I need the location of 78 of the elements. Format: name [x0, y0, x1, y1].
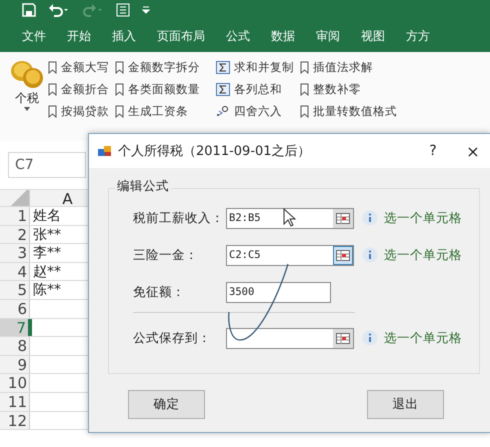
- bookmark-icon: [115, 61, 124, 74]
- row-header[interactable]: 3: [0, 244, 30, 262]
- save-icon[interactable]: [22, 3, 36, 17]
- ribbon-button[interactable]: 生成工资条: [115, 102, 200, 121]
- ribbon-button[interactable]: 金额折合: [48, 80, 109, 99]
- group-title: 编辑公式: [115, 178, 171, 195]
- info-icon: [362, 247, 378, 263]
- ribbon-tab[interactable]: 插入: [102, 28, 147, 44]
- app-icon: [98, 145, 112, 157]
- bookmark-icon: [48, 83, 57, 96]
- bookmark-icon: [300, 83, 309, 96]
- ribbon-button[interactable]: 各列总和: [216, 80, 294, 99]
- row-header[interactable]: 8: [0, 337, 30, 355]
- dialog-title: 个人所得税（2011-09-01之后）: [118, 143, 312, 160]
- ribbon-button[interactable]: 金额大写: [48, 58, 109, 77]
- bookmark-icon: [48, 61, 57, 74]
- bookmark-icon: [115, 83, 124, 96]
- bookmark-icon: [48, 105, 57, 118]
- ribbon-tab[interactable]: 审阅: [306, 28, 351, 44]
- sigma-icon: [216, 83, 230, 96]
- close-button[interactable]: ×: [456, 136, 490, 166]
- decimal-icon: [216, 105, 230, 118]
- row-header[interactable]: 10: [0, 374, 30, 392]
- field-label: 三险一金：: [133, 246, 199, 264]
- field-label: 公式保存到：: [133, 330, 212, 346]
- ribbon-tab[interactable]: 方方: [396, 28, 441, 44]
- row-header[interactable]: 1: [0, 207, 30, 225]
- ribbon-tab[interactable]: 视图: [351, 28, 396, 44]
- ribbon-button[interactable]: 整数补零: [300, 80, 397, 99]
- row-header[interactable]: 11: [0, 392, 30, 411]
- mouse-cursor-icon: [283, 208, 297, 228]
- row-header[interactable]: 4: [0, 262, 30, 280]
- hint-text: 选一个单元格: [384, 246, 462, 264]
- undo-icon[interactable]: [48, 3, 70, 17]
- info-icon: [362, 330, 378, 346]
- bookmark-icon: [300, 61, 309, 74]
- dialog-button[interactable]: 退出: [367, 390, 444, 419]
- coins-icon: [9, 58, 45, 90]
- row-header[interactable]: 5: [0, 281, 30, 299]
- ribbon-button[interactable]: 四舍六入: [216, 102, 294, 121]
- ribbon-tab[interactable]: 开始: [57, 28, 102, 44]
- ribbon-button[interactable]: 批量转数值格式: [300, 102, 397, 121]
- ribbon-button[interactable]: 按揭贷款: [48, 102, 109, 121]
- field-label: 税前工薪收入：: [133, 210, 225, 226]
- row-header[interactable]: 7: [0, 318, 30, 336]
- dropdown-icon: [24, 107, 30, 111]
- row-header[interactable]: 12: [0, 412, 30, 430]
- ribbon-button[interactable]: 各类面额数量: [115, 80, 200, 99]
- cell-picker-button[interactable]: [333, 328, 353, 348]
- ribbon-button[interactable]: 插值法求解: [300, 58, 397, 77]
- hint-text: 选一个单元格: [384, 210, 462, 226]
- form-icon[interactable]: [116, 3, 130, 17]
- info-icon: [362, 210, 378, 226]
- input-field[interactable]: C2:C5: [226, 244, 354, 266]
- ribbon-button[interactable]: 求和并复制: [216, 58, 294, 77]
- cell-picker-button[interactable]: [333, 246, 353, 264]
- tax-button[interactable]: 个税: [0, 58, 48, 141]
- field-label: 免征额：: [133, 284, 186, 300]
- customize-icon[interactable]: [142, 5, 150, 15]
- input-field[interactable]: 3500: [226, 282, 331, 302]
- bookmark-icon: [115, 105, 124, 118]
- ribbon-tab[interactable]: 数据: [261, 28, 306, 44]
- bookmark-icon: [300, 105, 309, 118]
- cell-picker-button[interactable]: [333, 208, 353, 228]
- name-box[interactable]: C7: [8, 152, 86, 178]
- ribbon-button[interactable]: 金额数字拆分: [115, 58, 200, 77]
- help-button[interactable]: ?: [416, 136, 450, 166]
- ribbon-tab[interactable]: 文件: [12, 28, 57, 44]
- row-header[interactable]: 2: [0, 226, 30, 244]
- row-header[interactable]: 9: [0, 356, 30, 374]
- input-field[interactable]: [226, 328, 354, 348]
- sigma-icon: [216, 61, 230, 74]
- hint-text: 选一个单元格: [384, 330, 462, 346]
- input-field[interactable]: B2:B5: [226, 208, 354, 228]
- ribbon-tab[interactable]: 页面布局: [147, 28, 216, 44]
- ribbon-tab[interactable]: 公式: [216, 28, 261, 44]
- row-header[interactable]: 6: [0, 300, 30, 318]
- dialog-button[interactable]: 确定: [128, 390, 205, 419]
